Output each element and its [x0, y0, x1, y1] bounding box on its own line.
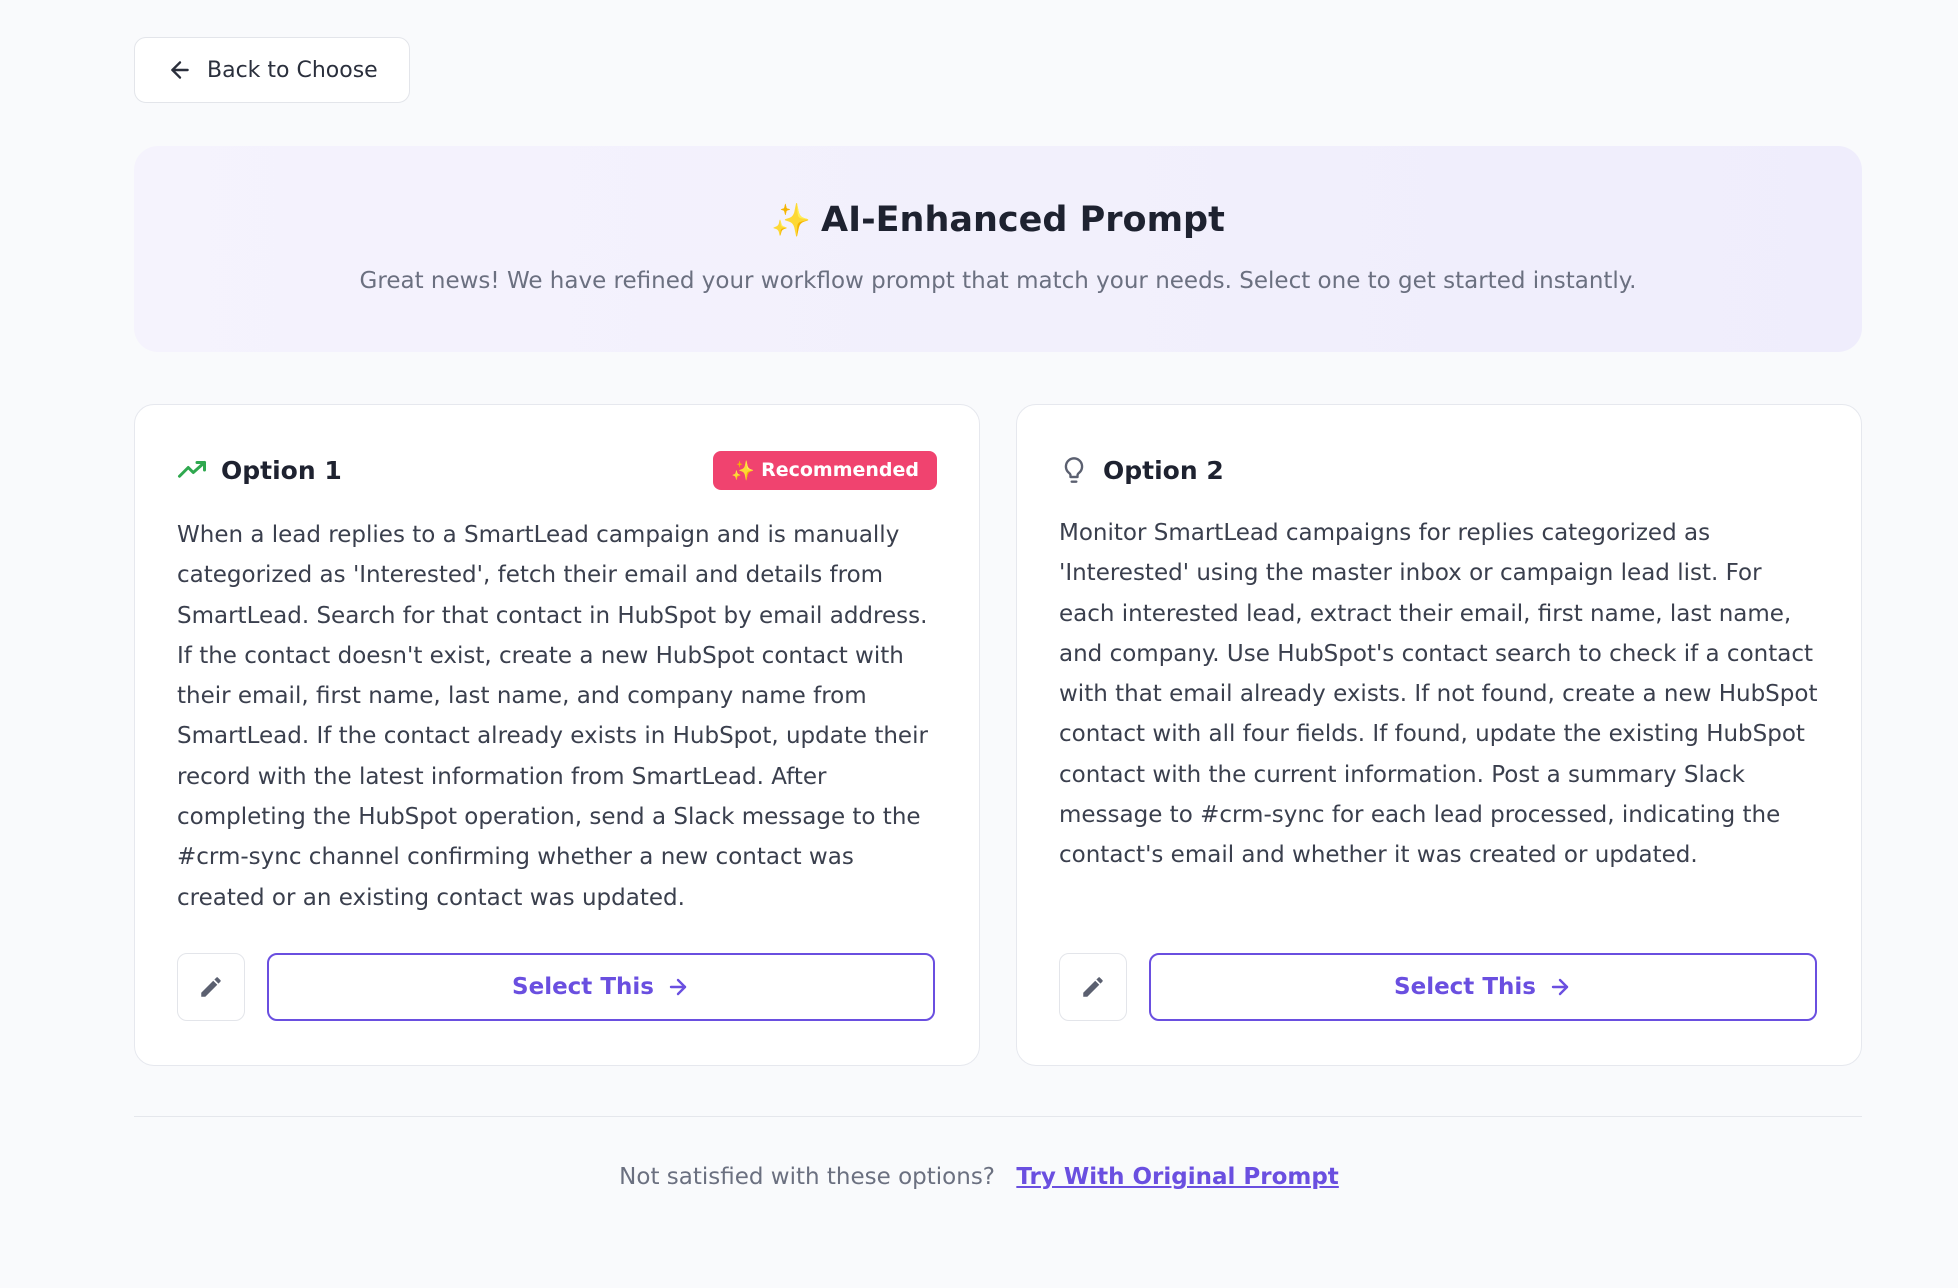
- page: Back to Choose ✨ AI-Enhanced Prompt Grea…: [0, 0, 1958, 1288]
- hero-title-text: AI-Enhanced Prompt: [820, 200, 1225, 240]
- option-description: When a lead replies to a SmartLead campa…: [177, 522, 928, 911]
- back-button-label: Back to Choose: [207, 57, 378, 83]
- select-button-label: Select This: [512, 974, 654, 1000]
- option-card-header: Option 1 ✨ Recommended: [177, 449, 937, 491]
- lightbulb-icon: [1059, 455, 1089, 485]
- recommended-badge: ✨ Recommended: [713, 450, 937, 490]
- page-title: ✨ AI-Enhanced Prompt: [134, 200, 1862, 240]
- back-to-choose-button[interactable]: Back to Choose: [134, 37, 410, 103]
- option-title: Option 2: [1103, 455, 1224, 485]
- trending-up-icon: [177, 455, 207, 485]
- select-option-1-button[interactable]: Select This: [267, 953, 935, 1021]
- pencil-icon: [201, 977, 221, 997]
- option-description: Monitor SmartLead campaigns for replies …: [1059, 520, 1818, 869]
- edit-button[interactable]: [1059, 953, 1127, 1021]
- option-card-1: Option 1 ✨ Recommended When a lead repli…: [134, 404, 980, 1066]
- option-card-header: Option 2: [1059, 449, 1819, 491]
- hero-subtitle: Great news! We have refined your workflo…: [359, 268, 1637, 294]
- footer-text: Not satisfied with these options?: [619, 1164, 996, 1190]
- select-option-2-button[interactable]: Select This: [1149, 953, 1817, 1021]
- sparkles-icon: ✨: [771, 201, 811, 239]
- arrow-right-icon: [669, 978, 687, 996]
- select-button-label: Select This: [1394, 974, 1536, 1000]
- hero-banner: ✨ AI-Enhanced Prompt Great news! We have…: [134, 146, 1862, 352]
- divider: [134, 1116, 1862, 1117]
- arrow-left-icon: [171, 61, 189, 79]
- option-card-2: Option 2 Monitor SmartLead campaigns for…: [1016, 404, 1862, 1066]
- pencil-icon: [1083, 977, 1103, 997]
- try-original-prompt-link[interactable]: Try With Original Prompt: [1016, 1164, 1338, 1190]
- badge-label: Recommended: [761, 459, 919, 481]
- edit-button[interactable]: [177, 953, 245, 1021]
- arrow-right-icon: [1551, 978, 1569, 996]
- footer: Not satisfied with these options? Try Wi…: [0, 1164, 1958, 1190]
- sparkles-icon: ✨: [731, 459, 756, 482]
- option-title: Option 1: [221, 455, 342, 485]
